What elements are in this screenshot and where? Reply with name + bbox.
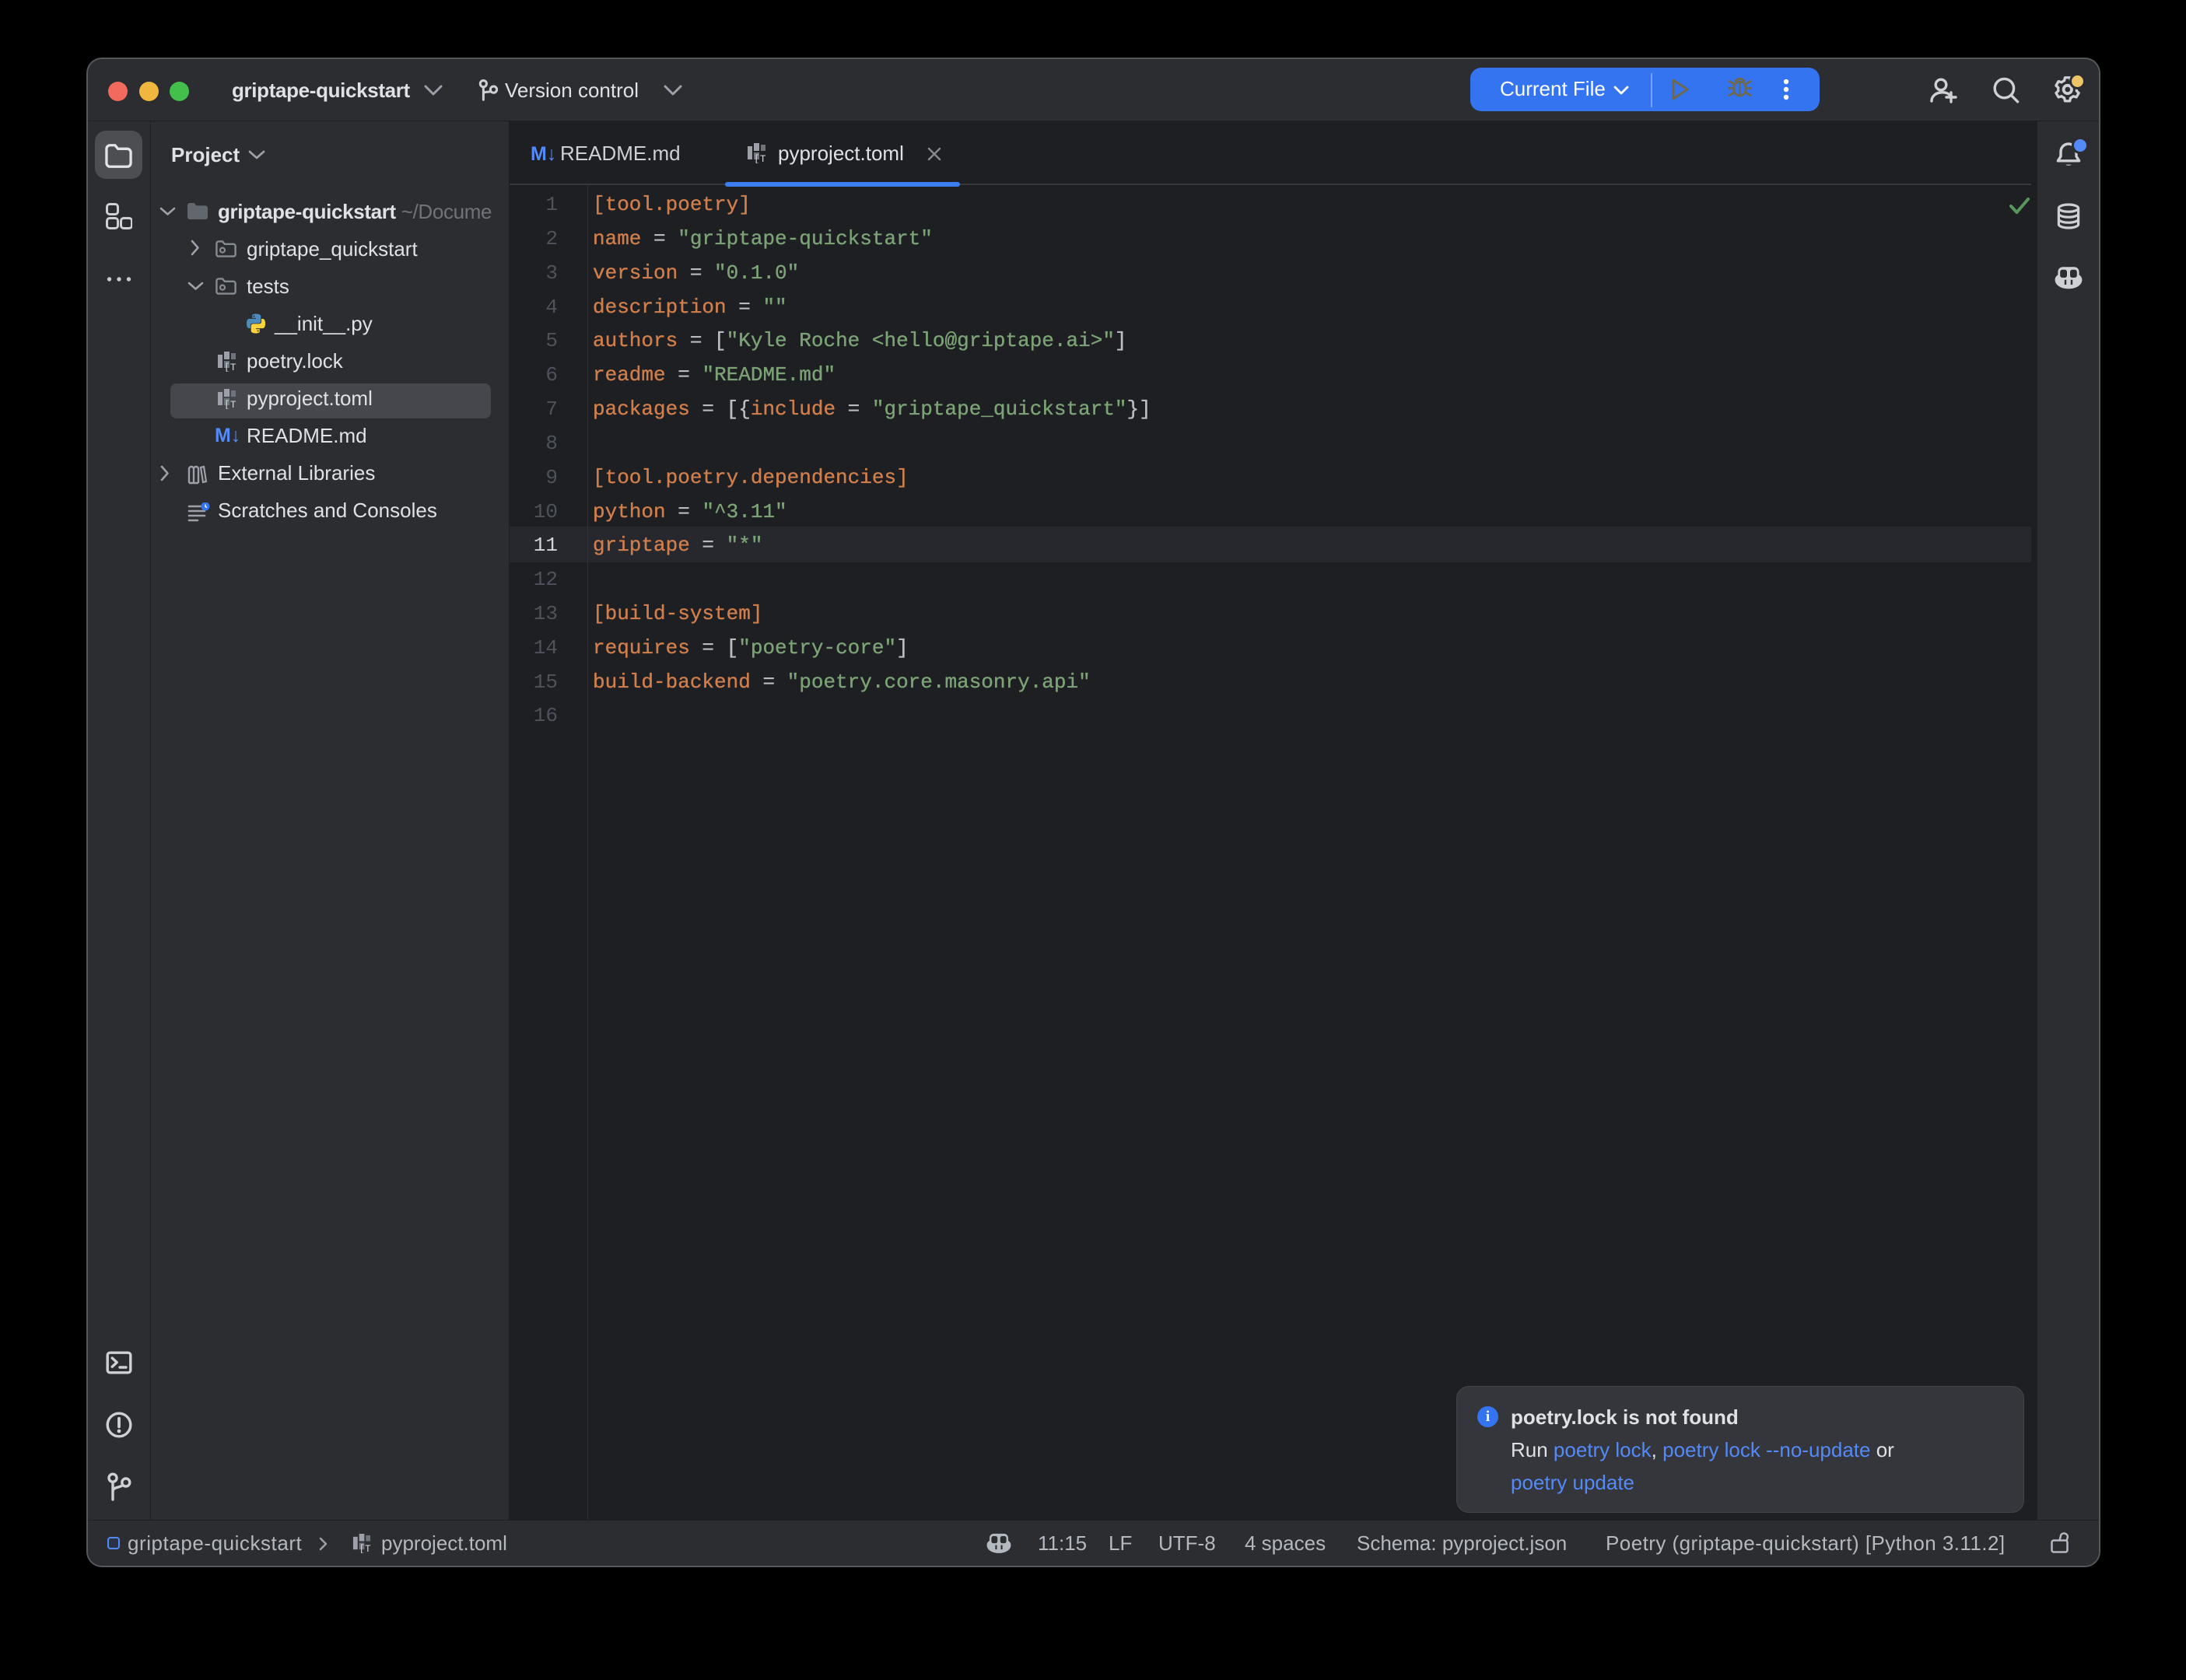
svg-text:[T]: [T] bbox=[224, 362, 237, 372]
svg-text:[T]: [T] bbox=[754, 153, 767, 163]
svg-text:[T]: [T] bbox=[224, 399, 237, 409]
svg-text:[T]: [T] bbox=[359, 1544, 372, 1553]
